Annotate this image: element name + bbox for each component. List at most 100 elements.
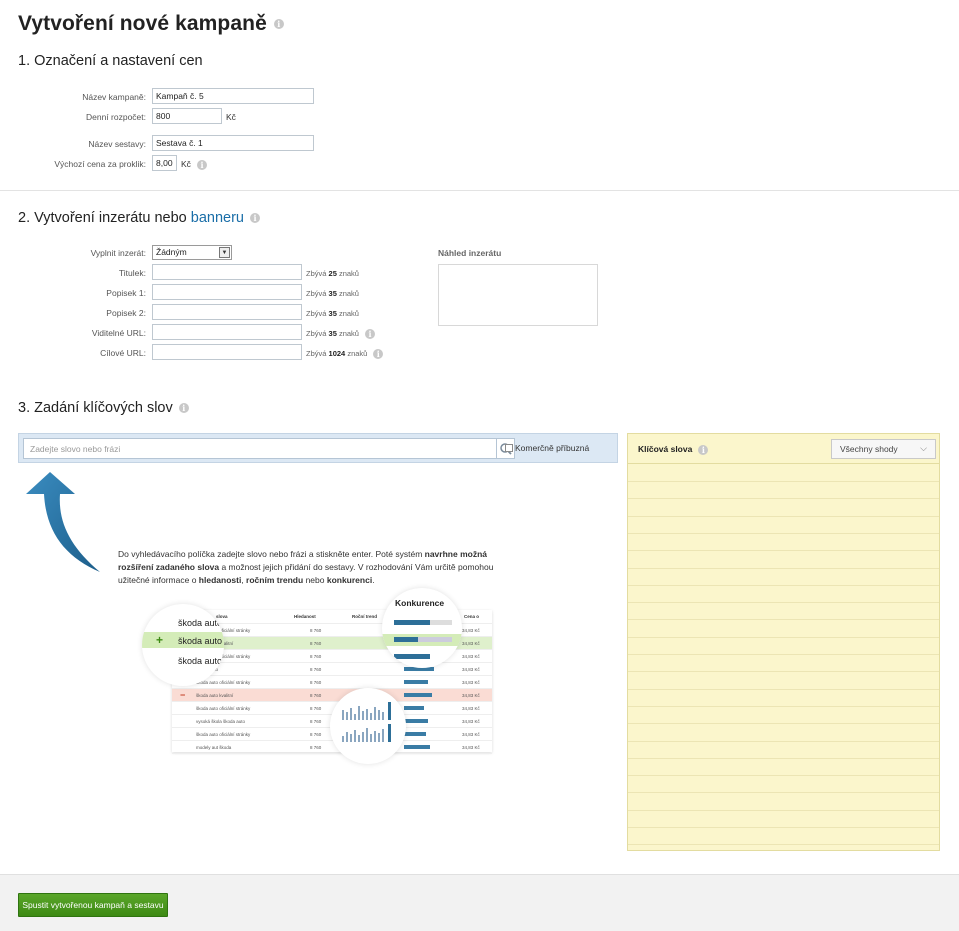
remove-icon: − [180,690,186,700]
illustration-price: 34,83 Kč [462,719,480,724]
desc1-input[interactable] [152,284,302,300]
commercial-checkbox[interactable] [505,444,513,452]
match-type-select[interactable]: Všechny shody ⌵ [831,439,936,459]
illustration-price: 34,83 Kč [462,745,480,750]
section3-title: 3. Zadání klíčových slov i [18,400,189,416]
illustration-price: 34,83 Kč [462,641,480,646]
default-cpc-input[interactable]: 8,00 [152,155,177,171]
illustration-price: 34,83 Kč [462,706,480,711]
title-input[interactable] [152,264,302,280]
desc2-input[interactable] [152,304,302,320]
keyword-row-line [628,481,939,482]
target-url-label: Cílové URL: [100,348,146,358]
keyword-row-line [628,775,939,777]
daily-budget-label: Denní rozpočet: [85,112,146,122]
visible-url-input[interactable] [152,324,302,340]
illustration-count: 8 760 [310,693,322,698]
zoom-circle-competition: Konkurence [382,588,462,668]
illustration-word: škoda auto oficiální stránky [196,732,251,737]
illustration-count: 8 760 [310,680,322,685]
illustration-count: 8 760 [310,667,322,672]
competition-bar [404,719,428,723]
info-icon[interactable]: i [249,213,260,224]
launch-campaign-button[interactable]: Spustit vytvořenou kampaň a sestavu [18,893,168,917]
keyword-row-line [628,636,939,638]
default-cpc-label: Výchozí cena za proklik: [54,159,146,169]
info-icon[interactable]: i [197,159,207,170]
keyword-search-input[interactable]: Zadejte slovo nebo frázi [23,438,497,459]
keyword-row-line [628,498,939,500]
keyword-row-line [628,532,939,534]
keyword-row-line [628,602,939,604]
commercial-label: Komerčně příbuzná [515,443,590,453]
illustration-row: − škoda auto kvalitní 8 760 34,83 Kč [172,689,492,702]
group-name-input[interactable]: Sestava č. 1 [152,135,314,151]
keyword-row-line [628,619,939,621]
banner-link[interactable]: banneru [191,210,244,226]
keyword-row-line [628,550,939,552]
info-icon[interactable]: i [373,349,384,360]
target-url-input[interactable] [152,344,302,360]
visible-url-remaining: Zbývá 35 znaků i [306,329,375,340]
info-icon[interactable]: i [364,329,375,340]
info-icon[interactable]: i [698,444,709,455]
preview-label: Náhled inzerátu [438,248,502,258]
keyword-row-line [628,844,939,846]
fill-ad-label: Vyplnit inzerát: [90,248,146,258]
ad-preview [438,264,598,326]
chevron-down-icon: ⌵ [920,443,927,453]
campaign-name-input[interactable]: Kampaň č. 5 [152,88,314,104]
illustration-count: 8 760 [310,719,322,724]
keyword-row-line [628,723,939,725]
fill-ad-select[interactable]: Žádným ▼ [152,245,232,260]
keyword-panel: Klíčová slova i Všechny shody ⌵ [627,433,940,851]
illustration-price: 34,83 Kč [462,732,480,737]
keyword-row-line [628,688,939,690]
illustration-price: 34,83 Kč [462,667,480,672]
keyword-row-line [628,827,939,828]
page-title: Vytvoření nové kampaně i [18,12,284,36]
info-icon[interactable]: i [178,403,189,414]
illustration-word: škoda auto kvalitní [196,693,234,698]
illustration-count: 8 760 [310,732,322,737]
competition-bar [404,745,430,749]
keyword-row-line [628,654,939,655]
keyword-row-line [628,740,939,742]
keywords-title: Klíčová slova i [638,444,709,455]
chevron-down-icon: ▼ [219,247,230,258]
keyword-row-line [628,792,939,794]
illustration-word: škoda auto oficiální stránky [196,706,251,711]
add-icon: + [156,633,164,647]
illustration-count: 8 760 [310,654,322,659]
daily-budget-unit: Kč [226,112,236,122]
illustration-count: 8 760 [310,745,322,750]
illustration-count: 8 760 [310,641,322,646]
keyword-row-line [628,671,939,673]
target-url-remaining: Zbývá 1024 znaků i [306,349,384,360]
section2-title: 2. Vytvoření inzerátu nebo banneru i [18,210,260,226]
illustration-word: škoda auto oficiální stránky [196,680,251,685]
illustration-word: modely aut škoda [196,745,232,750]
desc1-label: Popisek 1: [106,288,146,298]
zoom-circle-words: škoda auto + škoda auto škoda auto [142,604,224,686]
default-cpc-unit: Kč [181,159,191,169]
illustration-word: vysoká škola škoda auto [196,719,246,724]
keyword-row-line [628,567,939,569]
illustration-price: 34,83 Kč [462,654,480,659]
illustration-row: škoda auto oficiální stránky 8 760 34,83 K… [172,676,492,689]
illustration-price: 34,83 Kč [462,628,480,633]
competition-bar [404,732,426,736]
desc2-label: Popisek 2: [106,308,146,318]
match-type-value: Všechny shody [840,444,898,454]
keyword-row-line [628,757,939,759]
keyword-row-line [628,584,939,586]
illustration-count: 8 760 [310,628,322,633]
info-icon[interactable]: i [273,19,284,30]
group-name-label: Název sestavy: [88,139,146,149]
visible-url-label: Viditelné URL: [91,328,146,338]
keyword-panel-header: Klíčová slova i Všechny shody ⌵ [628,434,939,464]
illustration-count: 8 760 [310,706,322,711]
section1-title: 1. Označení a nastavení cen [18,53,203,69]
daily-budget-input[interactable]: 800 [152,108,222,124]
help-text: Do vyhledávacího políčka zadejte slovo n… [118,549,494,585]
